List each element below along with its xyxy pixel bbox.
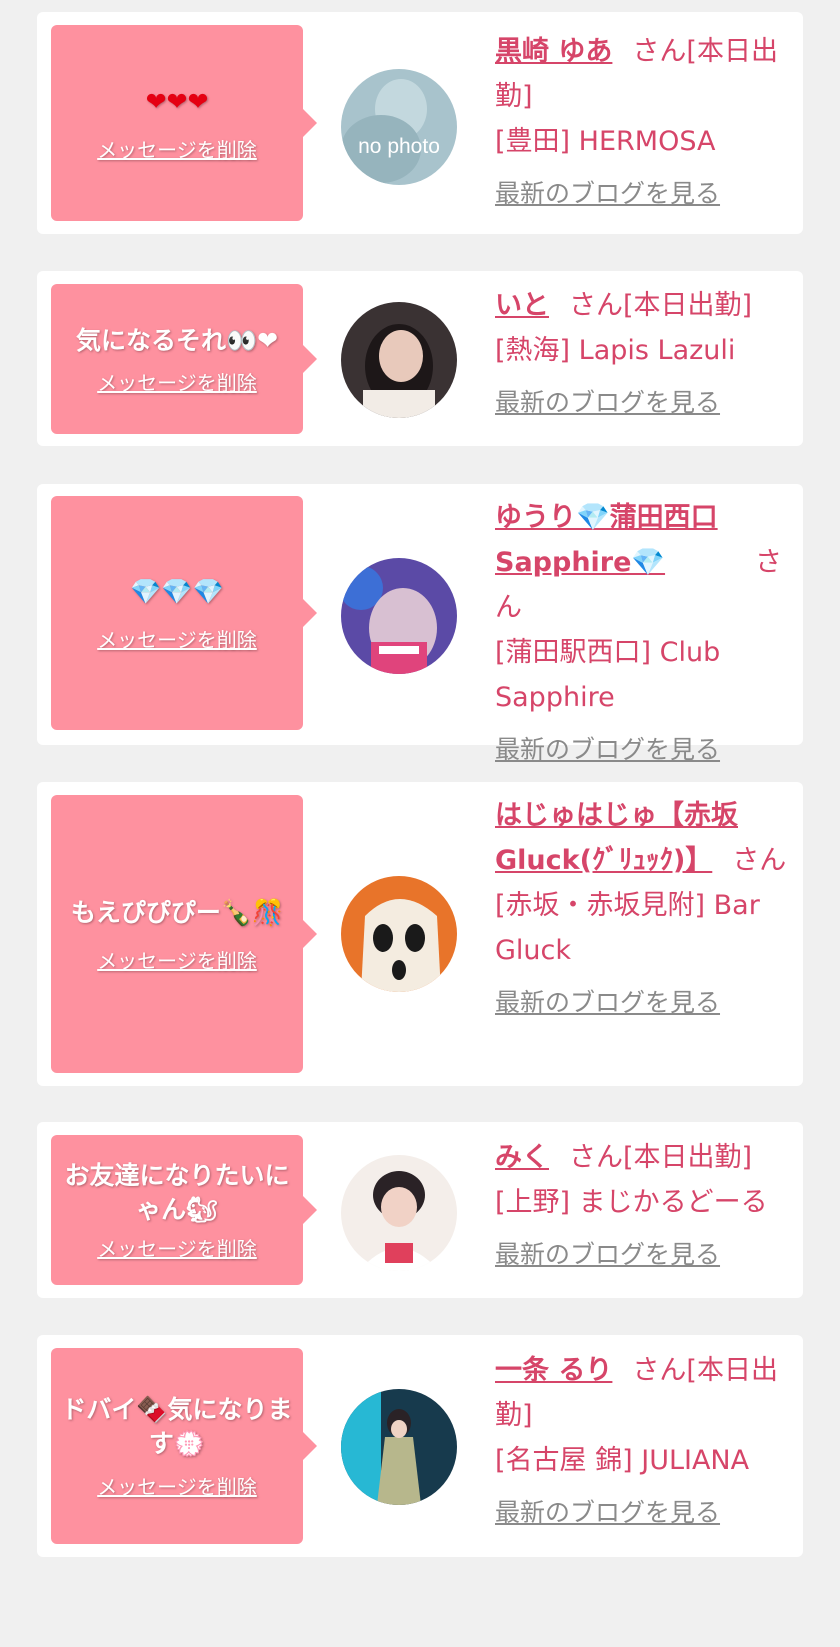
avatar[interactable] xyxy=(341,1155,457,1271)
sender-name-link[interactable]: みく xyxy=(495,1142,549,1173)
delete-message-link[interactable]: メッセージを削除 xyxy=(97,134,257,163)
sender-info: いと さん[本日出勤] [熱海] Lapis Lazuli 最新のブログを見る xyxy=(495,283,787,425)
message-bubble: 💎💎💎 メッセージを削除 xyxy=(51,496,317,730)
sender-name-link[interactable]: いと xyxy=(495,290,549,321)
shop-text: [熱海] Lapis Lazuli xyxy=(495,335,736,366)
latest-blog-link[interactable]: 最新のブログを見る xyxy=(495,1233,787,1277)
honorific: さん xyxy=(632,36,687,67)
message-card: もえぴぴぴー🍾🎊 メッセージを削除 はじゅはじゅ【赤坂Gluck(ｸﾞﾘｭｯｸ)… xyxy=(37,782,803,1086)
message-text: ドバイ🍫気になります💮 xyxy=(61,1394,293,1458)
honorific: さん xyxy=(569,290,623,321)
latest-blog-link[interactable]: 最新のブログを見る xyxy=(495,381,787,425)
delete-message-link[interactable]: メッセージを削除 xyxy=(97,1233,257,1262)
status-text: [本日出勤] xyxy=(623,290,753,321)
sender-info: はじゅはじゅ【赤坂Gluck(ｸﾞﾘｭｯｸ)】 さん [赤坂・赤坂見附] Bar … xyxy=(495,793,787,1025)
no-photo-text: no photo xyxy=(358,135,440,158)
message-text: 💎💎💎 xyxy=(130,576,224,606)
avatar[interactable] xyxy=(341,558,457,674)
sender-info: ゆうり💎蒲田西口Sapphire💎 さん [蒲田駅西口] Club Sapphir… xyxy=(495,495,787,772)
message-text: 気になるそれ👀❤ xyxy=(75,325,279,355)
sender-name-link[interactable]: はじゅはじゅ【赤坂Gluck(ｸﾞﾘｭｯｸ)】 xyxy=(495,800,738,876)
avatar[interactable]: no photo xyxy=(341,69,457,185)
message-text: ❤❤❤ xyxy=(145,86,209,116)
delete-message-link[interactable]: メッセージを削除 xyxy=(97,945,257,974)
message-card: ❤❤❤ メッセージを削除 no photo 黒崎 ゆあ さん[本日出勤] [豊田]… xyxy=(37,12,803,234)
shop-text: [名古屋 錦] JULIANA xyxy=(495,1445,750,1476)
latest-blog-link[interactable]: 最新のブログを見る xyxy=(495,172,787,216)
avatar[interactable] xyxy=(341,876,457,992)
sender-name-link[interactable]: 一条 るり xyxy=(495,1355,612,1386)
sender-info: 一条 るり さん[本日出勤] [名古屋 錦] JULIANA 最新のブログを見る xyxy=(495,1348,787,1535)
latest-blog-link[interactable]: 最新のブログを見る xyxy=(495,728,787,772)
message-bubble: もえぴぴぴー🍾🎊 メッセージを削除 xyxy=(51,795,317,1073)
sender-info: みく さん[本日出勤] [上野] まじかるどーる 最新のブログを見る xyxy=(495,1135,787,1277)
shop-text: [豊田] HERMOSA xyxy=(495,126,716,157)
message-card: お友達になりたいにゃん🐿 メッセージを削除 みく さん[本日出勤] [上野] まじ… xyxy=(37,1122,803,1298)
message-bubble: お友達になりたいにゃん🐿 メッセージを削除 xyxy=(51,1135,317,1285)
message-card: 気になるそれ👀❤ メッセージを削除 いと さん[本日出勤] [熱海] Lapis … xyxy=(37,271,803,446)
sender-info: 黒崎 ゆあ さん[本日出勤] [豊田] HERMOSA 最新のブログを見る xyxy=(495,29,787,216)
shop-text: [上野] まじかるどーる xyxy=(495,1187,768,1218)
message-list: ❤❤❤ メッセージを削除 no photo 黒崎 ゆあ さん[本日出勤] [豊田]… xyxy=(0,0,840,1647)
shop-text: [蒲田駅西口] Club Sapphire xyxy=(495,637,721,713)
status-text: [本日出勤] xyxy=(623,1142,753,1173)
message-card: 💎💎💎 メッセージを削除 ゆうり💎蒲田西口Sapphire💎 さん [蒲田駅西口]… xyxy=(37,484,803,764)
avatar[interactable] xyxy=(341,302,457,418)
message-text: もえぴぴぴー🍾🎊 xyxy=(70,897,284,927)
sender-name-link[interactable]: ゆうり💎蒲田西口Sapphire💎 xyxy=(495,495,735,585)
delete-message-link[interactable]: メッセージを削除 xyxy=(97,367,257,396)
message-bubble: ドバイ🍫気になります💮 メッセージを削除 xyxy=(51,1348,317,1544)
shop-text: [赤坂・赤坂見附] Bar Gluck xyxy=(495,890,760,966)
honorific: さん xyxy=(732,845,787,876)
honorific: さん xyxy=(632,1355,687,1386)
delete-message-link[interactable]: メッセージを削除 xyxy=(97,624,257,653)
honorific: さん xyxy=(569,1142,623,1173)
message-bubble: 気になるそれ👀❤ メッセージを削除 xyxy=(51,284,317,434)
message-bubble: ❤❤❤ メッセージを削除 xyxy=(51,25,317,221)
message-card: ドバイ🍫気になります💮 メッセージを削除 一条 るり さん[本日出勤] [名古屋 … xyxy=(37,1335,803,1557)
sender-name-link[interactable]: 黒崎 ゆあ xyxy=(495,36,612,67)
delete-message-link[interactable]: メッセージを削除 xyxy=(97,1471,257,1500)
latest-blog-link[interactable]: 最新のブログを見る xyxy=(495,1491,787,1535)
latest-blog-link[interactable]: 最新のブログを見る xyxy=(495,981,787,1025)
message-text: お友達になりたいにゃん🐿 xyxy=(64,1160,290,1224)
avatar[interactable] xyxy=(341,1389,457,1505)
